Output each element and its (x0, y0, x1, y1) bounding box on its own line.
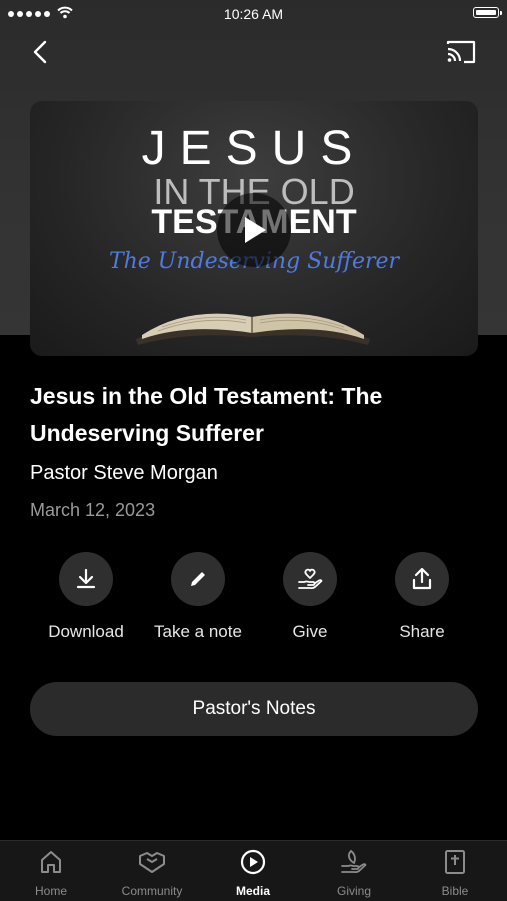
status-time: 10:26 AM (223, 6, 284, 22)
download-icon (76, 568, 96, 589)
take-a-note-button-circle (171, 552, 225, 606)
share-label: Share (399, 622, 445, 641)
share-button-circle (395, 552, 449, 606)
giving-icon (341, 849, 367, 874)
sermon-date: March 12, 2023 (30, 500, 156, 520)
bible-icon (445, 850, 465, 874)
download-label: Download (48, 622, 124, 641)
tab-bible-label: Bible (441, 884, 469, 898)
pastors-notes-label: Pastor's Notes (192, 698, 316, 719)
open-book-image (136, 313, 370, 345)
community-icon (139, 852, 165, 873)
back-chevron-icon[interactable] (28, 38, 56, 66)
sermon-title: Jesus in the Old Testament: The Undeserv… (30, 383, 383, 446)
take-a-note-button[interactable]: Take a note (142, 552, 254, 642)
give-label: Give (292, 622, 328, 641)
play-button[interactable] (217, 193, 291, 267)
download-button[interactable]: Download (30, 552, 142, 642)
give-button[interactable]: Give (254, 552, 366, 642)
tab-giving-label: Giving (336, 884, 371, 898)
tab-community-label: Community (121, 884, 183, 898)
pastors-notes-button[interactable]: Pastor's Notes (30, 682, 478, 736)
pencil-icon (191, 572, 205, 586)
tab-home-label: Home (34, 884, 67, 898)
download-button-circle (59, 552, 113, 606)
take-a-note-label: Take a note (154, 622, 242, 641)
share-icon (412, 567, 432, 590)
play-icon (245, 217, 266, 243)
bottom-tab-bar: Home Community Media Giving Bible (0, 840, 507, 901)
tab-media[interactable]: Media (213, 849, 293, 898)
action-row: Download Take a note Give Share (0, 552, 507, 652)
media-play-icon (240, 849, 266, 875)
sermon-pastor: Pastor Steve Morgan (30, 462, 218, 484)
give-hand-heart-icon (298, 568, 323, 590)
thumbnail-title-jesus: JESUS (141, 122, 367, 175)
cast-icon[interactable] (445, 38, 477, 66)
tab-bible[interactable]: Bible (415, 849, 495, 898)
tab-community[interactable]: Community (112, 849, 192, 898)
give-button-circle (283, 552, 337, 606)
battery-icon (473, 7, 502, 18)
share-button[interactable]: Share (366, 552, 478, 642)
tab-giving[interactable]: Giving (314, 849, 394, 898)
tab-media-label: Media (235, 884, 270, 898)
video-thumbnail[interactable]: JESUS IN THE OLD TESTAMENT The Undeservi… (30, 101, 478, 356)
status-bar: 10:26 AM (0, 0, 507, 28)
tab-home[interactable]: Home (11, 849, 91, 898)
home-icon (41, 851, 61, 873)
